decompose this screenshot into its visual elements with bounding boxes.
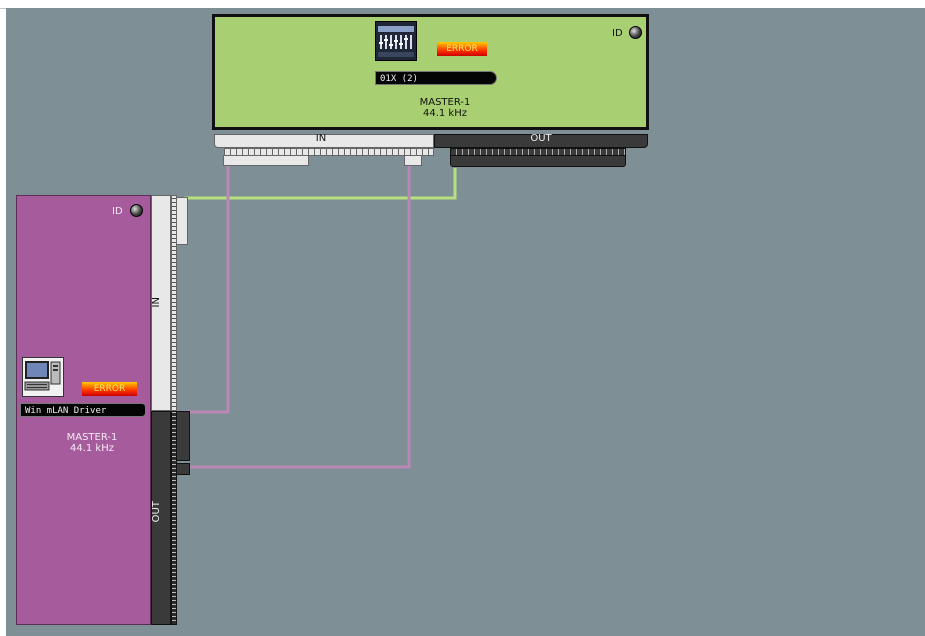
device-name-field[interactable]: Win mLAN Driver [20, 403, 146, 417]
green-in-jack-left[interactable] [223, 155, 309, 166]
mixer-console-icon [375, 21, 417, 61]
error-badge: ERROR [82, 382, 137, 396]
green-in-jack-right[interactable] [404, 155, 422, 166]
green-in-label: IN [315, 133, 327, 144]
purple-out-jack-lower[interactable] [176, 463, 190, 475]
sample-rate-label: 44.1 kHz [69, 443, 114, 454]
wire-green-out-to-purple-in[interactable] [184, 168, 457, 200]
id-knob-icon[interactable] [629, 26, 642, 39]
id-label: ID [612, 28, 623, 39]
sample-rate-label: 44.1 kHz [422, 108, 467, 119]
computer-icon [22, 357, 64, 397]
purple-out-jack-upper[interactable] [176, 411, 190, 461]
clock-role-label: MASTER-1 [66, 432, 118, 443]
wire-purple-out-to-green-in-left[interactable] [184, 166, 230, 414]
purple-in-label: IN [151, 297, 162, 308]
device-win-mlan-driver-box[interactable]: ID ERROR Win mLAN Driver MASTER-1 44.1 k… [16, 195, 151, 625]
green-out-jack[interactable] [450, 155, 626, 167]
green-out-label: OUT [530, 133, 552, 144]
purple-in-jack[interactable] [176, 197, 188, 245]
clock-role-label: MASTER-1 [419, 97, 471, 108]
wire-purple-out-to-green-in-right[interactable] [184, 166, 411, 469]
id-knob-icon[interactable] [130, 204, 143, 217]
error-badge: ERROR [437, 42, 487, 56]
device-name-field[interactable]: 01X (2) [375, 71, 497, 85]
mlan-graphic-patchbay-canvas[interactable]: ERROR 01X (2) MASTER-1 44.1 kHz ID IN OU… [6, 8, 925, 636]
id-label: ID [112, 206, 123, 217]
device-01x-box[interactable]: ERROR 01X (2) MASTER-1 44.1 kHz ID [212, 14, 649, 130]
purple-out-label: OUT [151, 501, 162, 523]
